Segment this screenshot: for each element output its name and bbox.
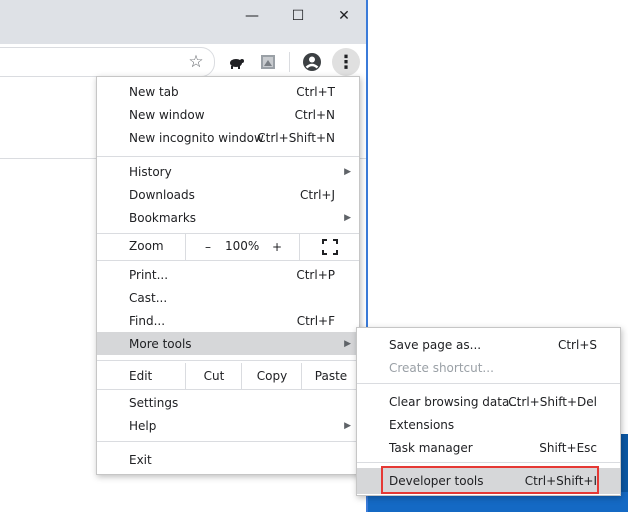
submenu-arrow-icon: ▶ [344, 338, 351, 349]
menu-separator [97, 156, 359, 157]
edit-row: Edit Cut Copy Paste [97, 363, 359, 389]
fullscreen-icon [322, 239, 338, 255]
menu-item-new-window[interactable]: New window Ctrl+N [97, 103, 359, 126]
extension-button-2[interactable] [256, 50, 280, 74]
profile-icon [303, 53, 321, 71]
menu-item-new-tab[interactable]: New tab Ctrl+T [97, 80, 359, 103]
submenu-item-task-manager[interactable]: Task manager Shift+Esc [357, 436, 620, 459]
maximize-icon: ☐ [291, 8, 305, 24]
maximize-button[interactable]: ☐ [275, 0, 321, 32]
submenu-item-save-page[interactable]: Save page as... Ctrl+S [357, 333, 620, 356]
menu-item-history[interactable]: History ▶ [97, 160, 359, 183]
menu-item-help[interactable]: Help ▶ [97, 414, 359, 437]
address-bar[interactable] [0, 47, 215, 77]
menu-separator [357, 462, 620, 463]
annotation-highlight-box [381, 466, 599, 494]
menu-item-find[interactable]: Find... Ctrl+F [97, 309, 359, 332]
menu-separator [357, 383, 620, 384]
profile-button[interactable] [300, 50, 324, 74]
more-tools-submenu: Save page as... Ctrl+S Create shortcut...… [356, 327, 621, 496]
chrome-main-menu: New tab Ctrl+T New window Ctrl+N New incog… [96, 76, 360, 475]
menu-item-more-tools[interactable]: More tools ▶ [97, 332, 359, 355]
star-icon: ☆ [188, 52, 204, 72]
submenu-item-create-shortcut[interactable]: Create shortcut... [357, 356, 620, 379]
menu-separator [97, 360, 359, 361]
menu-item-downloads[interactable]: Downloads Ctrl+J [97, 183, 359, 206]
menu-separator [97, 389, 359, 390]
fullscreen-button[interactable] [299, 234, 360, 260]
close-window-button[interactable]: ✕ [321, 0, 367, 32]
bookmark-star-button[interactable]: ☆ [184, 50, 208, 74]
zoom-out-button[interactable]: – [185, 234, 230, 260]
submenu-arrow-icon: ▶ [344, 212, 351, 223]
browser-toolbar: ☆ ⋮ [0, 44, 368, 80]
menu-item-print[interactable]: Print... Ctrl+P [97, 263, 359, 286]
extension-image-icon [261, 55, 275, 69]
submenu-item-extensions[interactable]: Extensions [357, 413, 620, 436]
menu-separator [97, 260, 359, 261]
submenu-item-clear-browsing-data[interactable]: Clear browsing data... Ctrl+Shift+Del [357, 390, 620, 413]
submenu-arrow-icon: ▶ [344, 420, 351, 431]
title-bar: — ☐ ✕ [0, 0, 368, 44]
zoom-row: Zoom – 100% + [97, 234, 359, 260]
minimize-icon: — [245, 8, 259, 24]
menu-item-exit[interactable]: Exit [97, 448, 359, 471]
more-vert-icon: ⋮ [337, 51, 355, 73]
menu-item-settings[interactable]: Settings [97, 391, 359, 414]
edit-label: Edit [129, 369, 153, 383]
menu-separator [97, 441, 359, 442]
chrome-menu-button[interactable]: ⋮ [332, 48, 360, 76]
extension-turtle-icon [230, 59, 244, 69]
minimize-button[interactable]: — [229, 0, 275, 32]
menu-item-new-incognito[interactable]: New incognito window Ctrl+Shift+N [97, 126, 359, 149]
paste-button[interactable]: Paste [301, 363, 360, 389]
menu-item-bookmarks[interactable]: Bookmarks ▶ [97, 206, 359, 229]
cut-button[interactable]: Cut [185, 363, 242, 389]
toolbar-divider [289, 52, 290, 72]
zoom-in-button[interactable]: + [255, 234, 299, 260]
zoom-label: Zoom [129, 239, 164, 253]
copy-button[interactable]: Copy [241, 363, 302, 389]
submenu-arrow-icon: ▶ [344, 166, 351, 177]
menu-item-cast[interactable]: Cast... [97, 286, 359, 309]
extension-button-1[interactable] [224, 50, 248, 74]
close-icon: ✕ [338, 8, 350, 24]
